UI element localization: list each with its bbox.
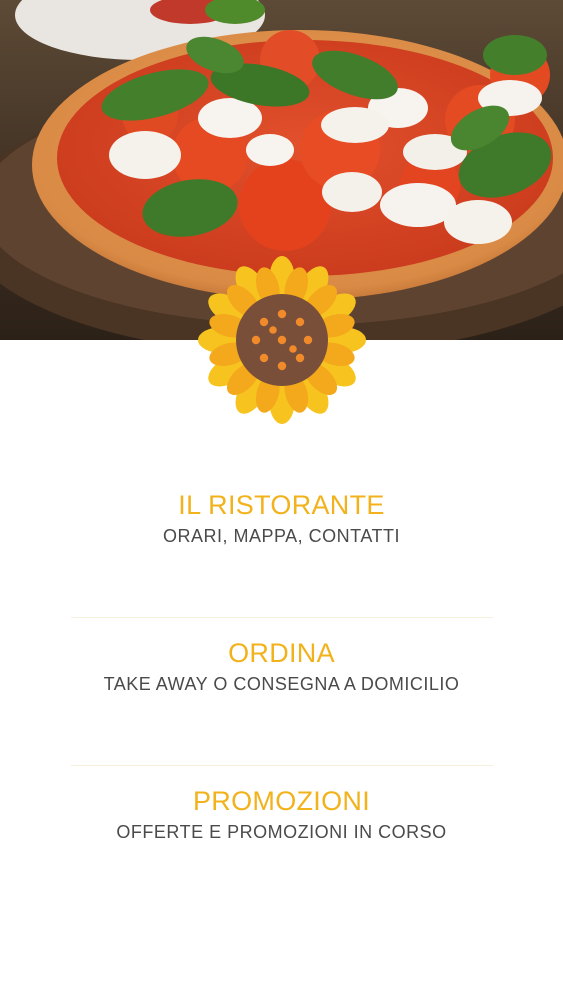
menu-item-subtitle: TAKE AWAY O CONSEGNA A DOMICILIO: [103, 674, 460, 694]
menu-item-title: ORDINA: [228, 638, 335, 668]
menu-item-promozioni[interactable]: PROMOZIONI OFFERTE E PROMOZIONI IN CORSO: [0, 766, 563, 913]
sunflower-icon: [197, 255, 367, 425]
main-menu: IL RISTORANTE ORARI, MAPPA, CONTATTI ORD…: [0, 470, 563, 913]
menu-item-subtitle: OFFERTE E PROMOZIONI IN CORSO: [116, 822, 447, 842]
menu-item-title: IL RISTORANTE: [178, 490, 385, 520]
menu-item-ordina[interactable]: ORDINA TAKE AWAY O CONSEGNA A DOMICILIO: [0, 618, 563, 765]
menu-item-subtitle: ORARI, MAPPA, CONTATTI: [162, 526, 400, 546]
menu-item-ristorante[interactable]: IL RISTORANTE ORARI, MAPPA, CONTATTI: [0, 470, 563, 617]
menu-item-title: PROMOZIONI: [193, 786, 370, 816]
